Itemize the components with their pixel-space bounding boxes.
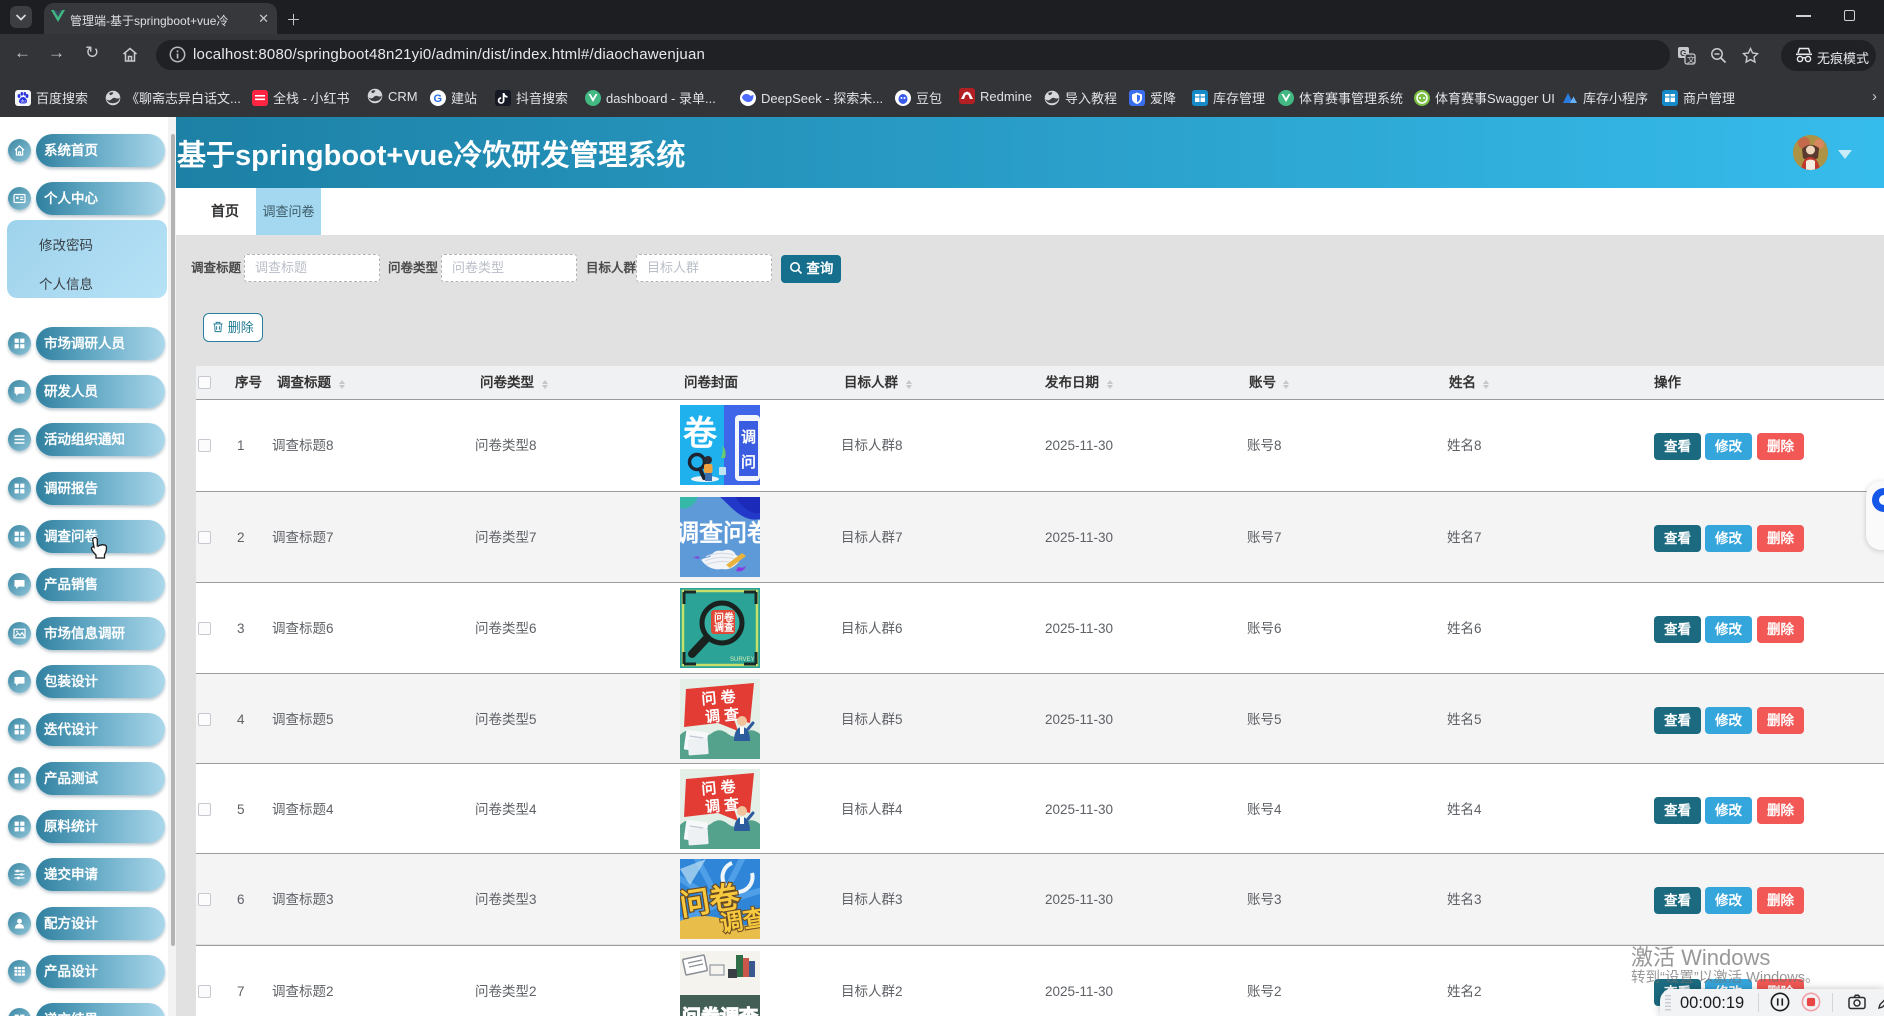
svg-text:问: 问 [741, 453, 756, 471]
svg-text:调 查: 调 查 [704, 795, 741, 816]
svg-text:问 卷: 问 卷 [701, 777, 738, 798]
svg-text:调查问卷: 调查问卷 [680, 519, 760, 547]
svg-text:调 查: 调 查 [704, 705, 741, 726]
svg-text:卷: 卷 [683, 415, 718, 453]
svg-text:SURVEY: SURVEY [730, 657, 755, 663]
svg-text:G: G [434, 93, 443, 105]
svg-text:调查: 调查 [714, 621, 735, 634]
svg-text:问 卷: 问 卷 [701, 687, 738, 708]
svg-text:调: 调 [741, 429, 756, 446]
svg-text:文: 文 [1687, 55, 1695, 65]
svg-text:问卷调查: 问卷调查 [682, 1005, 759, 1016]
svg-text:du: du [21, 99, 27, 104]
